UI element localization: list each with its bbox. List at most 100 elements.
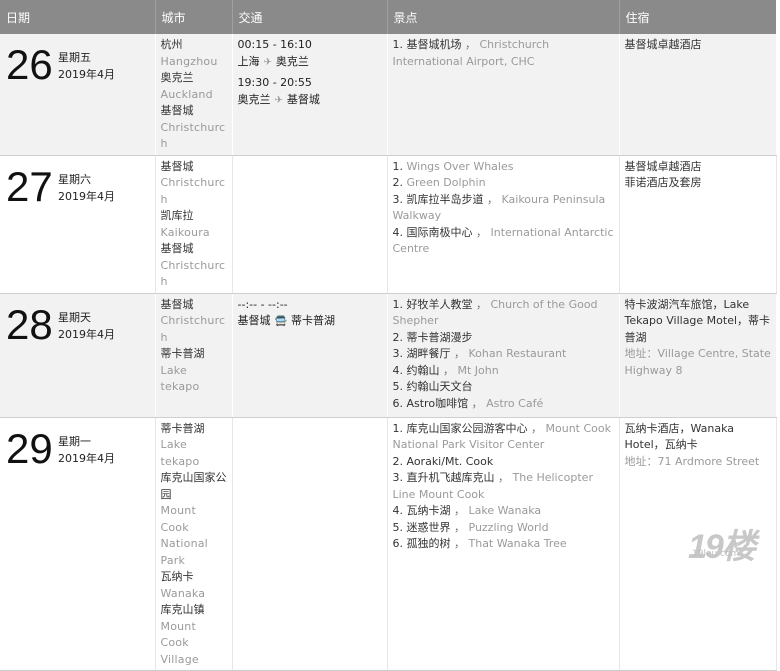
month-label: 2019年4月: [58, 451, 115, 465]
city-name-cn: 基督城: [160, 159, 194, 173]
hotel-cell: 特卡波湖汽车旅馆，Lake Tekapo Village Motel，蒂卡普湖地…: [619, 293, 777, 418]
city-name-cn: 基督城: [160, 242, 194, 255]
table-header-row: 日期 城市 交通 景点 住宿: [0, 0, 776, 34]
city-name-en: Mount Cook Village: [160, 619, 199, 666]
city-name-en: Auckland: [160, 87, 213, 101]
day-info: 星期天 2019年4月: [58, 309, 115, 343]
city-name-en: Christchurch: [160, 258, 226, 289]
sight-name-cn: 6. Astro咖啡馆: [392, 396, 469, 410]
sight-name-cn: 5. 约翰山天文台: [392, 380, 473, 393]
city-cell: 蒂卡普湖 Lake tekapo 库克山国家公园 Mount Cook Nationa…: [155, 417, 233, 671]
weekday: 星期六: [58, 172, 91, 186]
sight-name-cn: 3. 湖畔餐厅: [392, 347, 451, 360]
city-name-en: Wanaka: [160, 586, 206, 600]
sight-item: 2. 蒂卡普湖漫步: [393, 330, 615, 347]
site-watermark-logo: 19楼 19lou.com: [688, 519, 758, 566]
watermark-domain: 19lou.com: [692, 549, 740, 559]
transport-route: 基督城 🚍 蒂卡普湖: [238, 313, 383, 331]
day-info: 星期一 2019年4月: [58, 433, 115, 467]
sight-name-cn: 5. 迷惑世界: [392, 520, 451, 534]
hotel-name: 基督城卓越酒店: [624, 159, 702, 173]
itinerary-row: 26 星期五 2019年4月 杭州 Hangzhou 奥克兰 Auckland 基督城 Chri…: [0, 34, 777, 156]
city-name-en: Hangzhou: [160, 54, 218, 68]
city-name-en: Christchurch: [160, 120, 226, 151]
hotel-name: 特卡波湖汽车旅馆，Lake Tekapo Village Motel，蒂卡普湖: [624, 297, 771, 344]
sight-name-cn: 4. 国际南极中心: [392, 225, 473, 239]
date-cell: 26 星期五 2019年4月: [0, 34, 156, 156]
route-to: 奥克兰: [275, 54, 309, 68]
sight-item: 1. 好牧羊人教堂 ， Church of the Good Shepher: [392, 297, 598, 328]
weekday: 星期天: [58, 310, 91, 324]
month-label: 2019年4月: [58, 327, 115, 341]
sight-item: 5. 约翰山天文台: [393, 379, 615, 396]
city-name-en: Kaikoura: [160, 225, 210, 239]
sight-item: 6. 孤独的树 ， That Wanaka Tree: [392, 537, 567, 550]
itinerary-row: 27 星期六 2019年4月 基督城 Christchurch 凯库拉 Kaikoura 基督…: [0, 155, 777, 294]
route-from: 上海: [237, 54, 260, 68]
sight-item: 6. Astro咖啡馆 ， Astro Café: [392, 396, 544, 410]
itinerary-row: 28 星期天 2019年4月 基督城 Christchurch 蒂卡普湖 Lake teka…: [0, 293, 777, 418]
city-name-cn: 瓦纳卡: [160, 570, 194, 583]
sight-name-en: Green Dolphin: [406, 176, 486, 189]
sight-name-en: Astro Café: [486, 396, 544, 410]
sight-name-cn: 2. 蒂卡普湖漫步: [392, 330, 473, 344]
city-cell: 基督城 Christchurch 凯库拉 Kaikoura 基督城 Christchurc…: [155, 155, 233, 294]
sight-name-cn: 1. 库克山国家公园游客中心: [392, 421, 528, 435]
day-info: 星期五 2019年4月: [58, 49, 115, 83]
sight-item: 3. 直升机飞越库克山 ， The Helicopter Line Mount …: [392, 471, 593, 501]
itinerary-row: 29 星期一 2019年4月 蒂卡普湖 Lake tekapo 库克山国家公园 Mount …: [0, 417, 777, 671]
weekday: 星期五: [58, 51, 91, 64]
sights-cell: 1. 库克山国家公园游客中心 ， Mount Cook National Par…: [387, 417, 620, 671]
route-from: 奥克兰: [237, 92, 271, 106]
transport-time: 19:30 - 20:55: [237, 76, 312, 89]
city-name-cn: 基督城: [160, 104, 194, 117]
header-transport: 交通: [232, 0, 388, 34]
hotel-name: 菲诺酒店及套房: [624, 176, 702, 189]
city-name-cn: 蒂卡普湖: [160, 421, 205, 435]
itinerary-table: 日期 城市 交通 景点 住宿 26 星期五 2019年4月 杭州 Hangzhou 奥克兰…: [0, 0, 777, 671]
route-to: 基督城: [286, 92, 320, 106]
sight-name-en: That Wanaka Tree: [468, 537, 567, 550]
hotel-cell: 基督城卓越酒店 菲诺酒店及套房: [619, 155, 777, 294]
hotel-name: 基督城卓越酒店: [624, 38, 702, 51]
transport-time: --:-- - --:--: [237, 297, 288, 311]
sight-name-cn: 4. 约翰山: [392, 363, 440, 377]
route-to: 蒂卡普湖: [290, 314, 335, 327]
transport-mode-icon: ✈: [274, 94, 283, 106]
sight-name-cn: 3. 直升机飞越库克山: [392, 471, 495, 484]
transport-mode-icon: 🚍: [274, 316, 287, 327]
sight-name-cn: 2. Aoraki/Mt. Cook: [392, 454, 494, 468]
header-city: 城市: [155, 0, 233, 34]
sight-item: 1. Wings Over Whales: [393, 159, 615, 176]
sight-item: 4. 约翰山 ， Mt John: [392, 363, 499, 377]
route-from: 基督城: [237, 314, 271, 327]
city-name-en: Christchurch: [160, 314, 226, 344]
date-cell: 27 星期六 2019年4月: [0, 155, 156, 294]
day-number: 28: [6, 300, 53, 348]
sight-name-cn: 3. 凯库拉半岛步道: [392, 192, 484, 206]
sight-item: 4. 瓦纳卡湖 ， Lake Wanaka: [392, 504, 542, 517]
transport-cell: --:-- - --:-- 基督城 🚍 蒂卡普湖: [232, 293, 388, 418]
sight-name-cn: 6. 孤独的树: [392, 537, 451, 550]
sight-name-en: Mt John: [457, 363, 499, 377]
sight-name-en: Puzzling World: [468, 520, 549, 534]
city-cell: 基督城 Christchurch 蒂卡普湖 Lake tekapo: [155, 293, 233, 418]
city-name-cn: 基督城: [160, 297, 194, 311]
transport-cell: [232, 155, 388, 294]
sight-name-cn: 1.: [392, 159, 407, 173]
hotel-cell: 基督城卓越酒店: [619, 34, 777, 156]
itinerary-page: 日期 城市 交通 景点 住宿 26 星期五 2019年4月 杭州 Hangzhou 奥克兰…: [0, 0, 780, 671]
sight-name-cn: 4. 瓦纳卡湖: [392, 504, 451, 517]
day-number: 29: [6, 424, 53, 472]
transport-route: 奥克兰 ✈ 基督城: [238, 92, 383, 110]
watermark-text: 19楼: [688, 528, 756, 566]
weekday: 星期一: [58, 434, 91, 448]
sight-item: 5. 迷惑世界 ， Puzzling World: [392, 520, 549, 534]
city-name-cn: 奥克兰: [160, 71, 194, 84]
transport-cell: 00:15 - 16:10 上海 ✈ 奥克兰 19:30 - 20:55 奥克兰 ✈ 基督城: [232, 34, 388, 156]
transport-cell: [232, 417, 388, 671]
sight-item: 2. Aoraki/Mt. Cook: [393, 454, 615, 471]
sight-item: 4. 国际南极中心 ， International Antarctic Cent…: [392, 225, 614, 256]
city-name-cn: 杭州: [160, 38, 183, 51]
sight-name-cn: 2.: [392, 176, 407, 189]
